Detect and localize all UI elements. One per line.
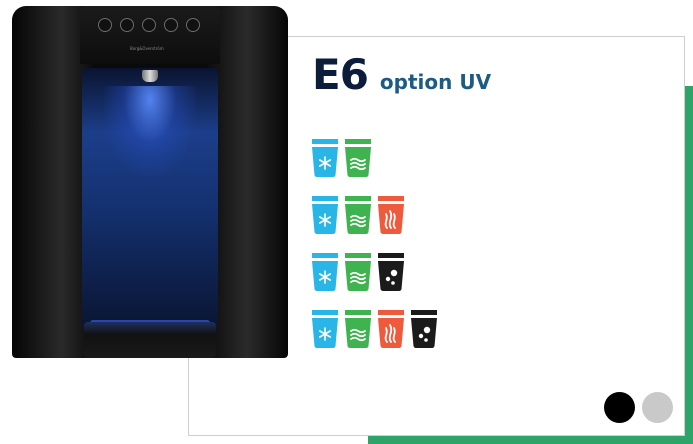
control-button <box>98 18 112 32</box>
product-title: E6 option UV <box>312 50 491 99</box>
waves-cup-icon <box>344 252 372 292</box>
waves-cup-icon <box>344 195 372 235</box>
configuration-row <box>311 195 438 235</box>
configuration-list <box>311 138 438 366</box>
bubbles-cup-icon <box>377 252 405 292</box>
snowflake-cup-icon <box>311 252 339 292</box>
configuration-row <box>311 309 438 349</box>
drip-tray <box>84 322 216 358</box>
option-label: option UV <box>379 70 492 94</box>
control-button <box>142 18 156 32</box>
control-button <box>164 18 178 32</box>
waves-cup-icon <box>344 138 372 178</box>
color-swatch-black[interactable] <box>604 392 635 423</box>
snowflake-cup-icon <box>311 138 339 178</box>
control-button <box>120 18 134 32</box>
water-dispenser-image: Borg&Overström <box>12 6 288 358</box>
snowflake-cup-icon <box>311 195 339 235</box>
color-swatch-grey[interactable] <box>642 392 673 423</box>
snowflake-cup-icon <box>311 309 339 349</box>
nozzle <box>142 70 158 82</box>
waves-cup-icon <box>344 309 372 349</box>
control-button <box>186 18 200 32</box>
brand-label: Borg&Overström <box>130 46 164 51</box>
flame-cup-icon <box>377 309 405 349</box>
configuration-row <box>311 138 438 178</box>
model-name: E6 <box>312 50 369 99</box>
flame-cup-icon <box>377 195 405 235</box>
bubbles-cup-icon <box>410 309 438 349</box>
control-panel <box>80 6 220 64</box>
configuration-row <box>311 252 438 292</box>
